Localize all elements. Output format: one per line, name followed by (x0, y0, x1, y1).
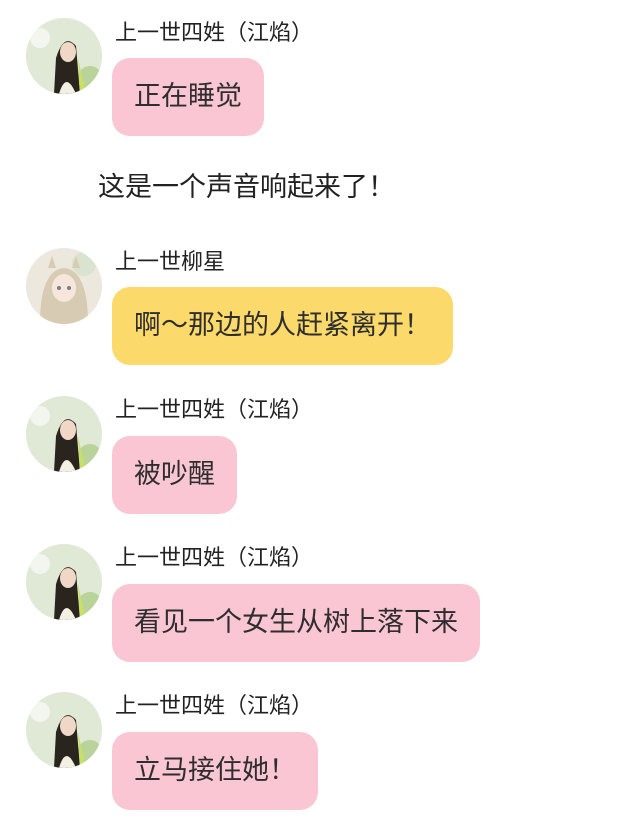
male-long-hair-avatar-icon (26, 18, 102, 94)
message-bubble[interactable]: 被吵醒 (112, 436, 237, 514)
male-long-hair-avatar-icon (26, 692, 102, 768)
speaker-name: 上一世四姓（江焰） (115, 694, 314, 719)
narration-text: 这是一个声音响起来了！ (98, 172, 395, 203)
male-long-hair-avatar-icon (26, 544, 102, 620)
message-bubble[interactable]: 啊～那边的人赶紧离开！ (112, 287, 453, 365)
speaker-name: 上一世四姓（江焰） (115, 398, 314, 423)
avatar[interactable] (26, 396, 102, 472)
avatar[interactable] (26, 18, 102, 94)
female-light-hair-avatar-icon (26, 248, 102, 324)
message-bubble[interactable]: 正在睡觉 (112, 58, 264, 136)
speaker-name: 上一世柳星 (115, 250, 226, 275)
message-bubble[interactable]: 看见一个女生从树上落下来 (112, 584, 480, 662)
message-bubble[interactable]: 立马接住她！ (112, 732, 318, 810)
avatar[interactable] (26, 248, 102, 324)
speaker-name: 上一世四姓（江焰） (115, 21, 314, 46)
male-long-hair-avatar-icon (26, 396, 102, 472)
speaker-name: 上一世四姓（江焰） (115, 546, 314, 571)
avatar[interactable] (26, 692, 102, 768)
avatar[interactable] (26, 544, 102, 620)
